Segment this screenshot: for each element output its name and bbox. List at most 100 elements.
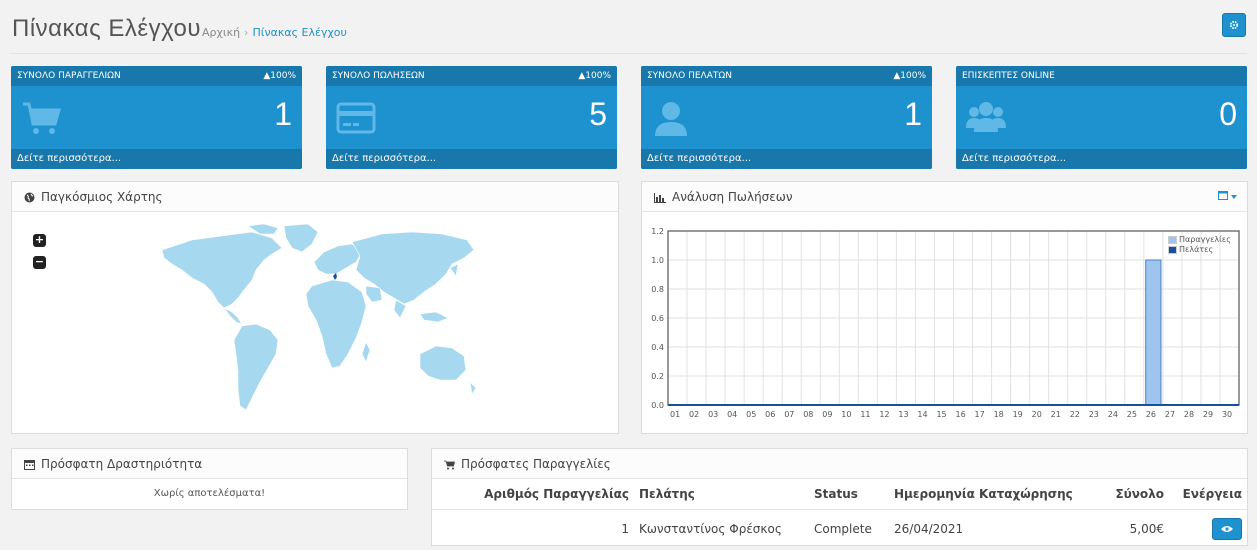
- y-tick-label: 1.0: [651, 256, 664, 265]
- x-tick-label: 22: [1070, 410, 1080, 419]
- tile-percent: ▲100%: [578, 71, 611, 81]
- y-tick-label: 0.0: [651, 401, 664, 410]
- tile-more-link[interactable]: Δείτε περισσότερα...: [326, 149, 617, 169]
- tile-value: 0: [1219, 96, 1237, 132]
- x-tick-label: 23: [1089, 410, 1099, 419]
- order-customer: Κωνσταντίνος Φρέσκος: [639, 522, 782, 536]
- x-tick-label: 24: [1108, 410, 1118, 419]
- tile-more-link[interactable]: Δείτε περισσότερα...: [11, 149, 302, 169]
- sales-chart: 0.0 0.2 0.4 0.6 0.8 1.0 1.2 01 02 03 04 05 06 07 08 09…: [651, 227, 1240, 419]
- breadcrumb-home[interactable]: Αρχική: [202, 26, 240, 39]
- legend-label: Πελάτες: [1179, 245, 1214, 254]
- panel-title: Πρόσφατες Παραγγελίες: [461, 457, 611, 471]
- x-tick-label: 04: [727, 410, 737, 419]
- tile-value: 1: [274, 96, 292, 132]
- legend-swatch: [1168, 245, 1177, 254]
- y-tick-label: 0.8: [651, 285, 664, 294]
- globe-icon: [24, 192, 35, 203]
- order-action-cell: [1169, 510, 1247, 549]
- x-tick-label: 21: [1051, 410, 1061, 419]
- bar-chart-icon: [654, 192, 666, 203]
- x-tick-label: 28: [1184, 410, 1194, 419]
- legend-swatch: [1168, 235, 1177, 244]
- user-icon: [655, 102, 687, 136]
- table-row: 1 Κωνσταντίνος Φρέσκος Complete 26/04/20…: [432, 510, 1247, 549]
- col-date-added[interactable]: Ημερομηνία Καταχώρησης: [889, 479, 1089, 510]
- panel-title: Παγκόσμιος Χάρτης: [41, 190, 163, 204]
- order-date: 26/04/2021: [894, 522, 964, 536]
- tile-more-link[interactable]: Δείτε περισσότερα...: [641, 149, 932, 169]
- page-header: Πίνακας Ελέγχου Αρχική › Πίνακας Ελέγχου: [0, 0, 1257, 60]
- tile-percent: ▲100%: [893, 71, 926, 81]
- settings-button[interactable]: [1222, 13, 1246, 37]
- col-customer[interactable]: Πελάτης: [634, 479, 809, 510]
- tile-total-orders: ΣΥΝΟΛΟ ΠΑΡΑΓΓΕΛΙΩΝ ▲100% 1 Δείτε περισσότ…: [11, 66, 302, 169]
- y-tick-label: 1.2: [651, 227, 664, 236]
- orders-table: Αριθμός Παραγγελίας Πελάτης Status Ημερο…: [432, 479, 1247, 548]
- no-results-text: Χωρίς αποτελέσματα!: [153, 488, 266, 499]
- x-tick-label: 29: [1203, 410, 1213, 419]
- tile-label: ΣΥΝΟΛΟ ΠΕΛΑΤΩΝ: [647, 71, 732, 81]
- panel-header: Πρόσφατη Δραστηριότητα: [12, 449, 407, 479]
- x-tick-label: 10: [841, 410, 851, 419]
- x-tick-label: 19: [1013, 410, 1023, 419]
- chart-x-ticks: 01 02 03 04 05 06 07 08 09 10 11 12 13 14 15 16 17 18 19 20…: [670, 410, 1232, 419]
- col-status[interactable]: Status: [809, 479, 889, 510]
- x-tick-label: 01: [670, 410, 680, 419]
- col-total[interactable]: Σύνολο: [1089, 479, 1169, 510]
- header-divider: [10, 53, 1247, 54]
- chart-legend: Παραγγελίες Πελάτες: [1168, 235, 1231, 255]
- tile-label: ΕΠΙΣΚΕΠΤΕΣ ONLINE: [962, 71, 1055, 81]
- x-tick-label: 25: [1127, 410, 1137, 419]
- tile-value: 5: [589, 96, 607, 132]
- tile-label: ΣΥΝΟΛΟ ΠΩΛΗΣΕΩΝ: [332, 71, 425, 81]
- recent-activity-panel: Πρόσφατη Δραστηριότητα Χωρίς αποτελέσματ…: [11, 448, 408, 510]
- gear-icon: [1229, 20, 1239, 30]
- users-icon: [966, 102, 1006, 132]
- x-tick-label: 30: [1222, 410, 1232, 419]
- world-map[interactable]: [152, 222, 482, 427]
- order-total: 5,00€: [1129, 522, 1164, 536]
- x-tick-label: 12: [879, 410, 889, 419]
- breadcrumb-dashboard[interactable]: Πίνακας Ελέγχου: [252, 26, 346, 39]
- legend-label: Παραγγελίες: [1179, 235, 1231, 244]
- col-action: Ενέργεια: [1169, 479, 1247, 510]
- page-title: Πίνακας Ελέγχου: [12, 15, 201, 42]
- x-tick-label: 16: [956, 410, 966, 419]
- calendar-icon: [24, 460, 35, 470]
- y-tick-label: 0.2: [651, 372, 664, 381]
- cart-icon: [444, 460, 455, 469]
- x-tick-label: 20: [1032, 410, 1042, 419]
- x-tick-label: 09: [822, 410, 832, 419]
- credit-card-icon: [336, 102, 376, 134]
- x-tick-label: 05: [746, 410, 756, 419]
- view-order-button[interactable]: [1212, 518, 1242, 540]
- recent-orders-panel: Πρόσφατες Παραγγελίες Αριθμός Παραγγελία…: [431, 448, 1248, 546]
- y-tick-label: 0.4: [651, 343, 664, 352]
- map-zoom-out-button[interactable]: −: [33, 256, 46, 269]
- chevron-down-icon: [1231, 195, 1237, 199]
- tile-total-sales: ΣΥΝΟΛΟ ΠΩΛΗΣΕΩΝ ▲100% 5 Δείτε περισσότερα…: [326, 66, 617, 169]
- legend-item-customers: Πελάτες: [1168, 245, 1231, 254]
- x-tick-label: 14: [917, 410, 927, 419]
- x-tick-label: 02: [689, 410, 699, 419]
- tile-more-link[interactable]: Δείτε περισσότερα...: [956, 149, 1247, 169]
- x-tick-label: 26: [1146, 410, 1156, 419]
- tile-total-customers: ΣΥΝΟΛΟ ΠΕΛΑΤΩΝ ▲100% 1 Δείτε περισσότερα.…: [641, 66, 932, 169]
- panel-title: Πρόσφατη Δραστηριότητα: [41, 457, 203, 471]
- x-tick-label: 03: [708, 410, 718, 419]
- col-order-id[interactable]: Αριθμός Παραγγελίας: [432, 479, 634, 510]
- breadcrumb-separator: ›: [244, 26, 249, 39]
- y-tick-label: 0.6: [651, 314, 664, 323]
- date-range-dropdown[interactable]: [1218, 190, 1237, 203]
- order-status: Complete: [814, 522, 872, 536]
- calendar-icon: [1218, 191, 1228, 200]
- bar-orders-26: [1145, 259, 1162, 406]
- x-tick-label: 27: [1165, 410, 1175, 419]
- map-zoom-in-button[interactable]: +: [33, 234, 46, 247]
- world-map-panel: Παγκόσμιος Χάρτης + −: [11, 181, 619, 434]
- x-tick-label: 07: [784, 410, 794, 419]
- legend-item-orders: Παραγγελίες: [1168, 235, 1231, 244]
- eye-icon: [1221, 526, 1233, 532]
- tile-percent: ▲100%: [263, 71, 296, 81]
